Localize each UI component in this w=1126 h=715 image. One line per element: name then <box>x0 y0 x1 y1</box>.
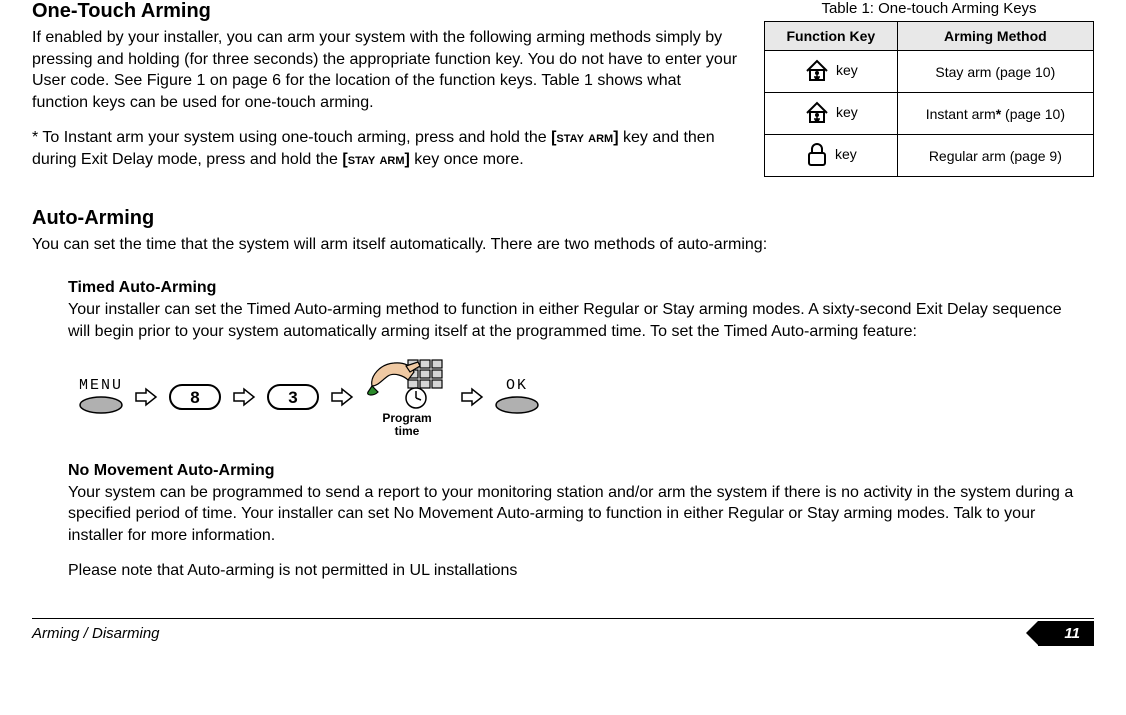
page: One-Touch Arming If enabled by your inst… <box>0 0 1126 650</box>
menu-label: MENU <box>79 378 123 393</box>
ok-label: OK <box>506 378 528 393</box>
arrow-icon <box>232 387 256 407</box>
ok-button: OK <box>494 378 540 415</box>
paragraph-no-movement: Your system can be programmed to send a … <box>68 482 1086 547</box>
diagram-timed-sequence: MENU 8 <box>78 356 1086 437</box>
paragraph-one-touch-arming-note: * To Instant arm your system using one-t… <box>32 127 740 170</box>
top-row: One-Touch Arming If enabled by your inst… <box>32 0 1094 185</box>
oval-button-icon <box>494 395 540 415</box>
heading-no-movement: No Movement Auto-Arming <box>68 462 1086 480</box>
section-auto-arming: Auto-Arming You can set the time that th… <box>32 207 1094 582</box>
hand-keypad-clock-icon <box>364 356 450 410</box>
paragraph-auto-arming-intro: You can set the time that the system wil… <box>32 234 1094 256</box>
heading-one-touch-arming: One-Touch Arming <box>32 0 740 23</box>
th-arming-method: Arming Method <box>897 22 1093 51</box>
svg-text:3: 3 <box>288 388 297 407</box>
table-one-touch-keys: Function Key Arming Method <box>764 21 1094 177</box>
table-one-touch-keys-wrapper: Table 1: One-touch Arming Keys Function … <box>764 0 1094 177</box>
arrow-icon <box>460 387 484 407</box>
heading-auto-arming: Auto-Arming <box>32 207 1094 230</box>
padlock-icon <box>805 141 829 167</box>
table-header-row: Function Key Arming Method <box>765 22 1094 51</box>
program-caption-line2: time <box>395 424 420 438</box>
footer-section-title: Arming / Disarming <box>32 619 1038 650</box>
key-label: key <box>835 146 857 162</box>
program-time-graphic: Program time <box>364 356 450 437</box>
table-row: key Instant arm* (page 10) <box>765 93 1094 135</box>
menu-button: MENU <box>78 378 124 415</box>
subsection-timed: Timed Auto-Arming Your installer can set… <box>68 279 1086 437</box>
paragraph-ul-note: Please note that Auto-arming is not perm… <box>68 560 1086 582</box>
house-person-icon <box>804 99 830 125</box>
keypad-key-8: 8 <box>168 383 222 411</box>
house-person-icon <box>804 57 830 83</box>
subsection-no-movement: No Movement Auto-Arming Your system can … <box>68 462 1086 582</box>
page-footer: Arming / Disarming 11 <box>32 618 1094 650</box>
arrow-icon <box>134 387 158 407</box>
oval-button-icon <box>78 395 124 415</box>
arrow-icon <box>330 387 354 407</box>
key-stay-arm-2: [stay arm] <box>342 151 409 168</box>
key-stay-arm-1: [stay arm] <box>551 129 618 146</box>
svg-text:8: 8 <box>190 388 199 407</box>
paragraph-timed-auto-arming: Your installer can set the Timed Auto-ar… <box>68 299 1086 342</box>
heading-timed-auto-arming: Timed Auto-Arming <box>68 279 1086 297</box>
section-one-touch-arming: One-Touch Arming If enabled by your inst… <box>32 0 740 185</box>
table-row: key Regular arm (page 9) <box>765 135 1094 177</box>
key-label: key <box>836 104 858 120</box>
cell-instant-arm: Instant arm* (page 10) <box>897 93 1093 135</box>
footer-page-number: 11 <box>1038 621 1094 646</box>
key-label: key <box>836 62 858 78</box>
table-caption: Table 1: One-touch Arming Keys <box>764 0 1094 17</box>
cell-regular-arm: Regular arm (page 9) <box>897 135 1093 177</box>
cell-stay-arm: Stay arm (page 10) <box>897 51 1093 93</box>
table-row: key Stay arm (page 10) <box>765 51 1094 93</box>
paragraph-one-touch-arming-1: If enabled by your installer, you can ar… <box>32 27 740 113</box>
keypad-key-3: 3 <box>266 383 320 411</box>
th-function-key: Function Key <box>765 22 898 51</box>
